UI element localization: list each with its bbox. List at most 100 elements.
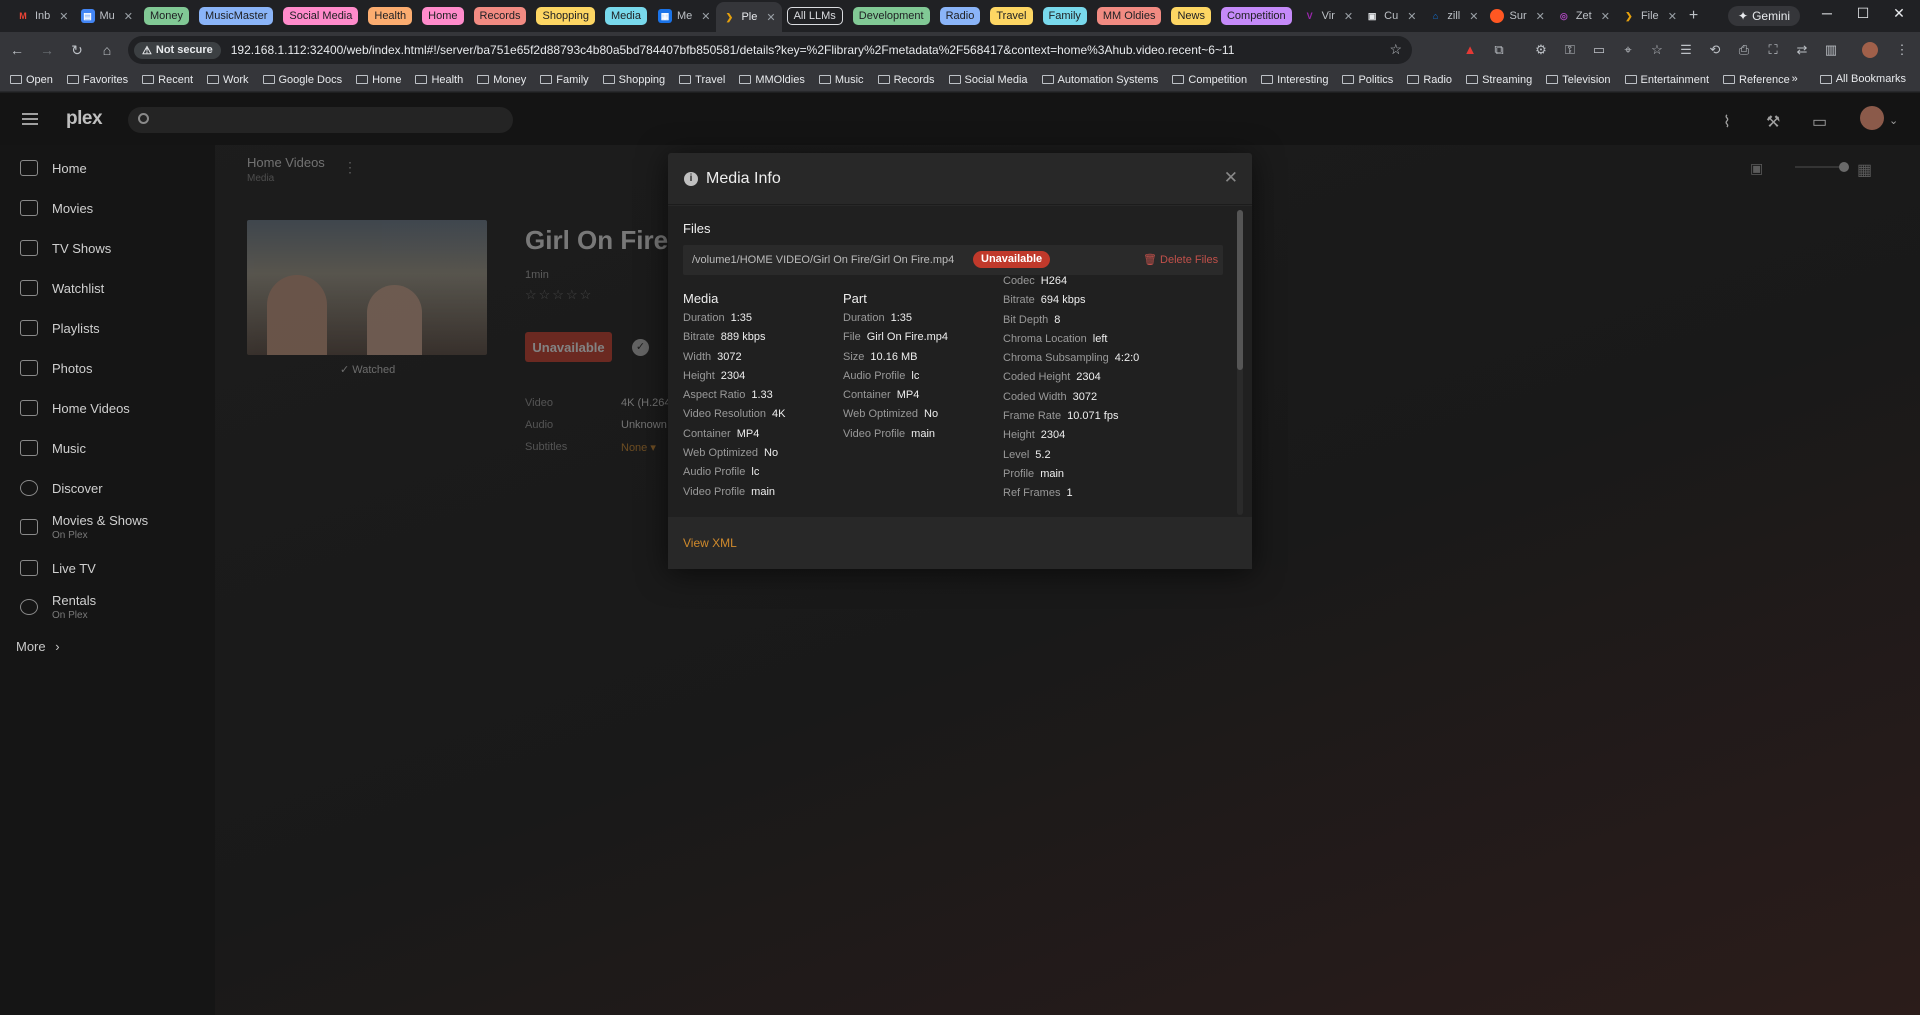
- close-tab-icon[interactable]: ✕: [1407, 10, 1416, 23]
- bookmark-folder[interactable]: Home: [356, 74, 401, 86]
- browser-tab[interactable]: V Vir ✕: [1297, 4, 1359, 28]
- close-tab-icon[interactable]: ✕: [1344, 10, 1353, 23]
- gemini-button[interactable]: ✦ Gemini: [1728, 6, 1801, 26]
- browser-tab[interactable]: Sur ✕: [1484, 4, 1550, 28]
- all-bookmarks[interactable]: » All Bookmarks: [1792, 73, 1906, 85]
- tab-group-musicmaster[interactable]: MusicMaster: [199, 7, 274, 25]
- plex-logo[interactable]: plex: [66, 108, 103, 130]
- menu-icon[interactable]: [22, 113, 38, 125]
- bookmark-folder[interactable]: MMOldies: [739, 74, 805, 86]
- reload-icon[interactable]: ↻: [64, 42, 90, 59]
- extensions-icon[interactable]: ⧉: [1489, 42, 1509, 58]
- close-tab-icon[interactable]: ✕: [766, 11, 775, 24]
- browser-tab-active[interactable]: ❯ Ple ✕: [716, 2, 782, 32]
- browser-tab[interactable]: ❯ File ✕: [1616, 4, 1683, 28]
- bookmark-folder[interactable]: Records: [877, 74, 935, 86]
- bookmark-folder[interactable]: Travel: [679, 74, 725, 86]
- tab-group-family[interactable]: Family: [1042, 7, 1087, 25]
- new-tab-button[interactable]: +: [1689, 7, 1698, 25]
- sidebar-item-rentals[interactable]: Rentals On Plex: [20, 593, 96, 621]
- video-thumbnail[interactable]: [247, 220, 487, 355]
- grid-view-icon[interactable]: ▦: [1857, 160, 1872, 180]
- sidebar-item-home-videos[interactable]: Home Videos: [20, 400, 130, 416]
- user-avatar[interactable]: [1860, 106, 1884, 130]
- sidebar-item-playlists[interactable]: Playlists: [20, 320, 100, 336]
- security-chip[interactable]: ⚠ Not secure: [134, 41, 221, 59]
- tab-group-shopping[interactable]: Shopping: [536, 7, 595, 25]
- tab-group-development[interactable]: Development: [852, 7, 930, 25]
- sidebar-item-movies-shows[interactable]: Movies & Shows On Plex: [20, 513, 148, 541]
- tab-group-home[interactable]: Home: [422, 7, 464, 25]
- view-xml-link[interactable]: View XML: [683, 536, 737, 550]
- location-icon[interactable]: ⌖: [1618, 42, 1638, 58]
- bookmark-folder[interactable]: Politics: [1342, 74, 1393, 86]
- forward-icon[interactable]: →: [34, 42, 60, 58]
- settings-wrench-icon[interactable]: ⚒: [1766, 112, 1780, 132]
- tab-group-money[interactable]: Money: [144, 7, 190, 25]
- bookmark-folder[interactable]: Shopping: [602, 74, 665, 86]
- close-tab-icon[interactable]: ✕: [1536, 10, 1545, 23]
- star-rating[interactable]: ☆☆☆☆☆: [525, 287, 593, 303]
- tab-group-health[interactable]: Health: [368, 7, 413, 25]
- dialog-scrollbar[interactable]: [1237, 210, 1243, 515]
- bookmark-folder[interactable]: Television: [1546, 74, 1611, 86]
- extension-icon[interactable]: ⚙: [1531, 42, 1551, 58]
- translate-icon[interactable]: ⇄: [1792, 42, 1812, 58]
- browser-tab[interactable]: ◎ Zet ✕: [1551, 4, 1616, 28]
- more-options-icon[interactable]: ⋮: [343, 159, 357, 176]
- sidebar-item-movies[interactable]: Movies: [20, 200, 93, 216]
- bookmark-folder[interactable]: Radio: [1407, 74, 1452, 86]
- bookmark-folder[interactable]: Health: [415, 74, 463, 86]
- close-tab-icon[interactable]: ✕: [1668, 10, 1677, 23]
- dialog-body[interactable]: Files /volume1/HOME VIDEO/Girl On Fire/G…: [668, 206, 1252, 517]
- bookmark-folder[interactable]: Money: [477, 74, 526, 86]
- minimize-button[interactable]: ─: [1812, 5, 1842, 21]
- close-tab-icon[interactable]: ✕: [59, 10, 68, 23]
- bookmark-folder[interactable]: Work: [207, 74, 249, 86]
- sidebar-item-discover[interactable]: Discover: [20, 480, 103, 496]
- tab-group-travel[interactable]: Travel: [990, 7, 1033, 25]
- tab-group-radio[interactable]: Radio: [939, 7, 981, 25]
- bookmark-folder[interactable]: Family: [540, 74, 589, 86]
- bookmark-folder[interactable]: Interesting: [1261, 74, 1328, 86]
- sidepanel-icon[interactable]: ▥: [1821, 42, 1841, 58]
- star-extension-icon[interactable]: ☆: [1647, 42, 1667, 58]
- tab-group-media[interactable]: Media: [604, 7, 647, 25]
- delete-files-button[interactable]: 🗑 Delete Files: [1143, 253, 1218, 266]
- close-tab-icon[interactable]: ✕: [701, 10, 710, 23]
- close-tab-icon[interactable]: ✕: [1601, 10, 1610, 23]
- browser-tab[interactable]: ▣ Cu ✕: [1359, 4, 1422, 28]
- card-icon[interactable]: ▭: [1589, 42, 1609, 58]
- activity-icon[interactable]: ⌇: [1723, 112, 1731, 132]
- close-window-button[interactable]: ✕: [1884, 5, 1914, 22]
- breadcrumb[interactable]: Home Videos Media: [247, 155, 325, 184]
- mark-watched-button[interactable]: ✓: [632, 339, 649, 356]
- image-icon[interactable]: ▣: [1750, 160, 1763, 177]
- bookmark-star-icon[interactable]: ☆: [1389, 41, 1402, 58]
- browser-tab[interactable]: ⌂ zill ✕: [1422, 4, 1484, 28]
- sidebar-item-live-tv[interactable]: Live TV: [20, 560, 96, 576]
- sidebar-item-watchlist[interactable]: Watchlist: [20, 280, 104, 296]
- pdf-extension-icon[interactable]: ▲: [1460, 42, 1480, 57]
- unavailable-button[interactable]: Unavailable: [525, 332, 612, 362]
- bookmark-folder[interactable]: Automation Systems: [1041, 74, 1158, 86]
- zoom-slider[interactable]: [1795, 162, 1849, 172]
- sidebar-item-tv-shows[interactable]: TV Shows: [20, 240, 111, 256]
- tab-group-social-media[interactable]: Social Media: [283, 7, 359, 25]
- tab-group-news[interactable]: News: [1171, 7, 1211, 25]
- close-tab-icon[interactable]: ✕: [124, 10, 133, 23]
- close-icon[interactable]: ✕: [1224, 168, 1238, 188]
- bookmark-folder[interactable]: Social Media: [948, 74, 1028, 86]
- reading-list-icon[interactable]: ☰: [1676, 42, 1696, 58]
- tab-group-mm-oldies[interactable]: MM Oldies: [1096, 7, 1162, 25]
- tab-group-competition[interactable]: Competition: [1220, 7, 1292, 25]
- chevron-down-icon[interactable]: ⌄: [1889, 114, 1898, 127]
- bookmark-folder[interactable]: Open: [10, 74, 53, 86]
- sidebar-item-photos[interactable]: Photos: [20, 360, 92, 376]
- screenshot-icon[interactable]: ⛶: [1763, 42, 1783, 58]
- search-input[interactable]: [128, 107, 513, 133]
- bookmark-folder[interactable]: Favorites: [66, 74, 128, 86]
- bookmark-folder[interactable]: Competition: [1172, 74, 1247, 86]
- browser-tab[interactable]: ▤ Mu ✕: [75, 4, 140, 28]
- bookmark-folder[interactable]: Recent: [142, 74, 193, 86]
